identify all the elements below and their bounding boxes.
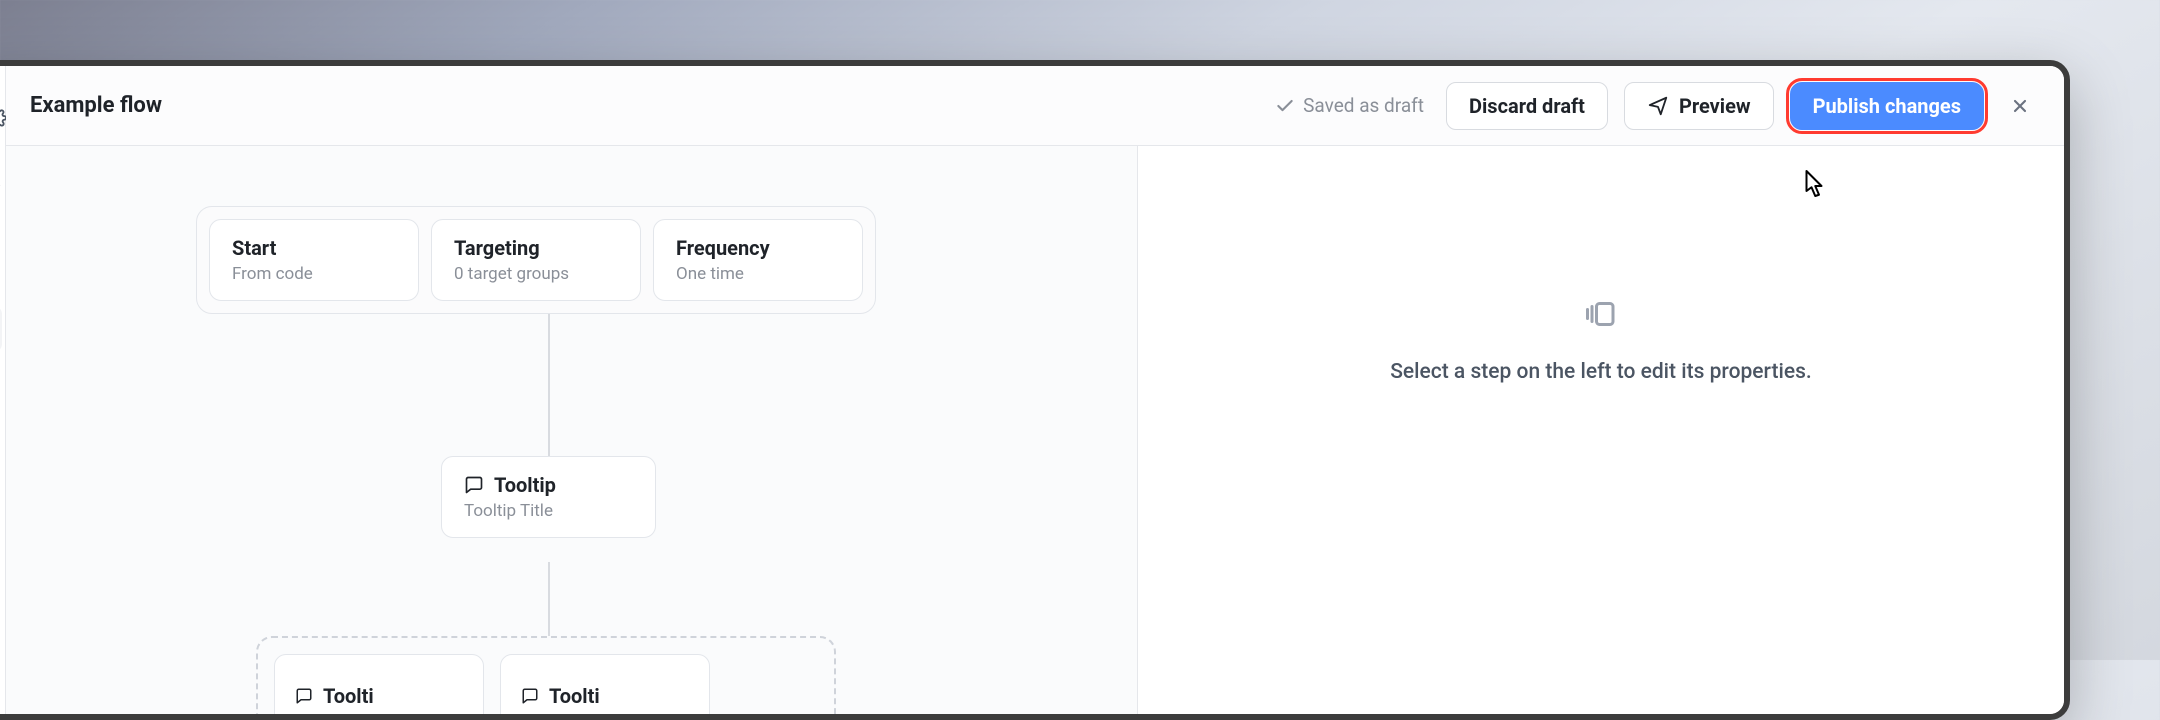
panels-icon	[1138, 296, 2064, 332]
page-title: Example flow	[30, 93, 162, 118]
play-icon	[1647, 95, 1669, 117]
tooltip-icon	[521, 687, 539, 705]
targeting-node-subtitle: 0 target groups	[454, 264, 618, 284]
branch-node-label: Toolti	[323, 684, 374, 708]
close-button[interactable]	[2000, 86, 2040, 126]
connector-line	[548, 562, 550, 636]
save-status-text: Saved as draft	[1303, 94, 1424, 117]
frequency-node-subtitle: One time	[676, 264, 840, 284]
tooltip-icon	[464, 475, 484, 495]
preview-button[interactable]: Preview	[1624, 82, 1774, 130]
discard-draft-button[interactable]: Discard draft	[1446, 82, 1608, 130]
editor-body: Start From code Targeting 0 target group…	[6, 146, 2064, 714]
panel-empty-text: Select a step on the left to edit its pr…	[1138, 360, 2064, 384]
tooltip-icon	[295, 687, 313, 705]
app-window: Example flow Saved as draft Discard draf…	[0, 60, 2070, 720]
branch-node[interactable]: Toolti	[274, 654, 484, 720]
frequency-node[interactable]: Frequency One time	[653, 219, 863, 301]
targeting-node-title: Targeting	[454, 236, 618, 260]
preview-label: Preview	[1679, 94, 1751, 118]
connector-line	[548, 314, 550, 456]
frequency-node-title: Frequency	[676, 236, 840, 260]
rail-indicator	[0, 306, 2, 352]
start-node-subtitle: From code	[232, 264, 396, 284]
step-kind: Tooltip	[494, 473, 556, 497]
check-icon	[1275, 96, 1295, 116]
trigger-group: Start From code Targeting 0 target group…	[196, 206, 876, 314]
publish-label: Publish changes	[1813, 94, 1961, 118]
save-status: Saved as draft	[1275, 94, 1424, 117]
start-node[interactable]: Start From code	[209, 219, 419, 301]
branch-group: Toolti Toolti	[256, 636, 836, 720]
step-title: Tooltip Title	[464, 501, 633, 521]
tooltip-step-node[interactable]: Tooltip Tooltip Title	[441, 456, 656, 538]
branch-node[interactable]: Toolti	[500, 654, 710, 720]
start-node-title: Start	[232, 236, 396, 260]
discard-draft-label: Discard draft	[1469, 94, 1585, 118]
header-bar: Example flow Saved as draft Discard draf…	[6, 66, 2064, 146]
flow-canvas[interactable]: Start From code Targeting 0 target group…	[6, 146, 1138, 714]
branch-node-label: Toolti	[549, 684, 600, 708]
publish-changes-button[interactable]: Publish changes	[1790, 82, 1984, 130]
close-icon	[2010, 96, 2030, 116]
properties-panel: Select a step on the left to edit its pr…	[1138, 146, 2064, 714]
targeting-node[interactable]: Targeting 0 target groups	[431, 219, 641, 301]
